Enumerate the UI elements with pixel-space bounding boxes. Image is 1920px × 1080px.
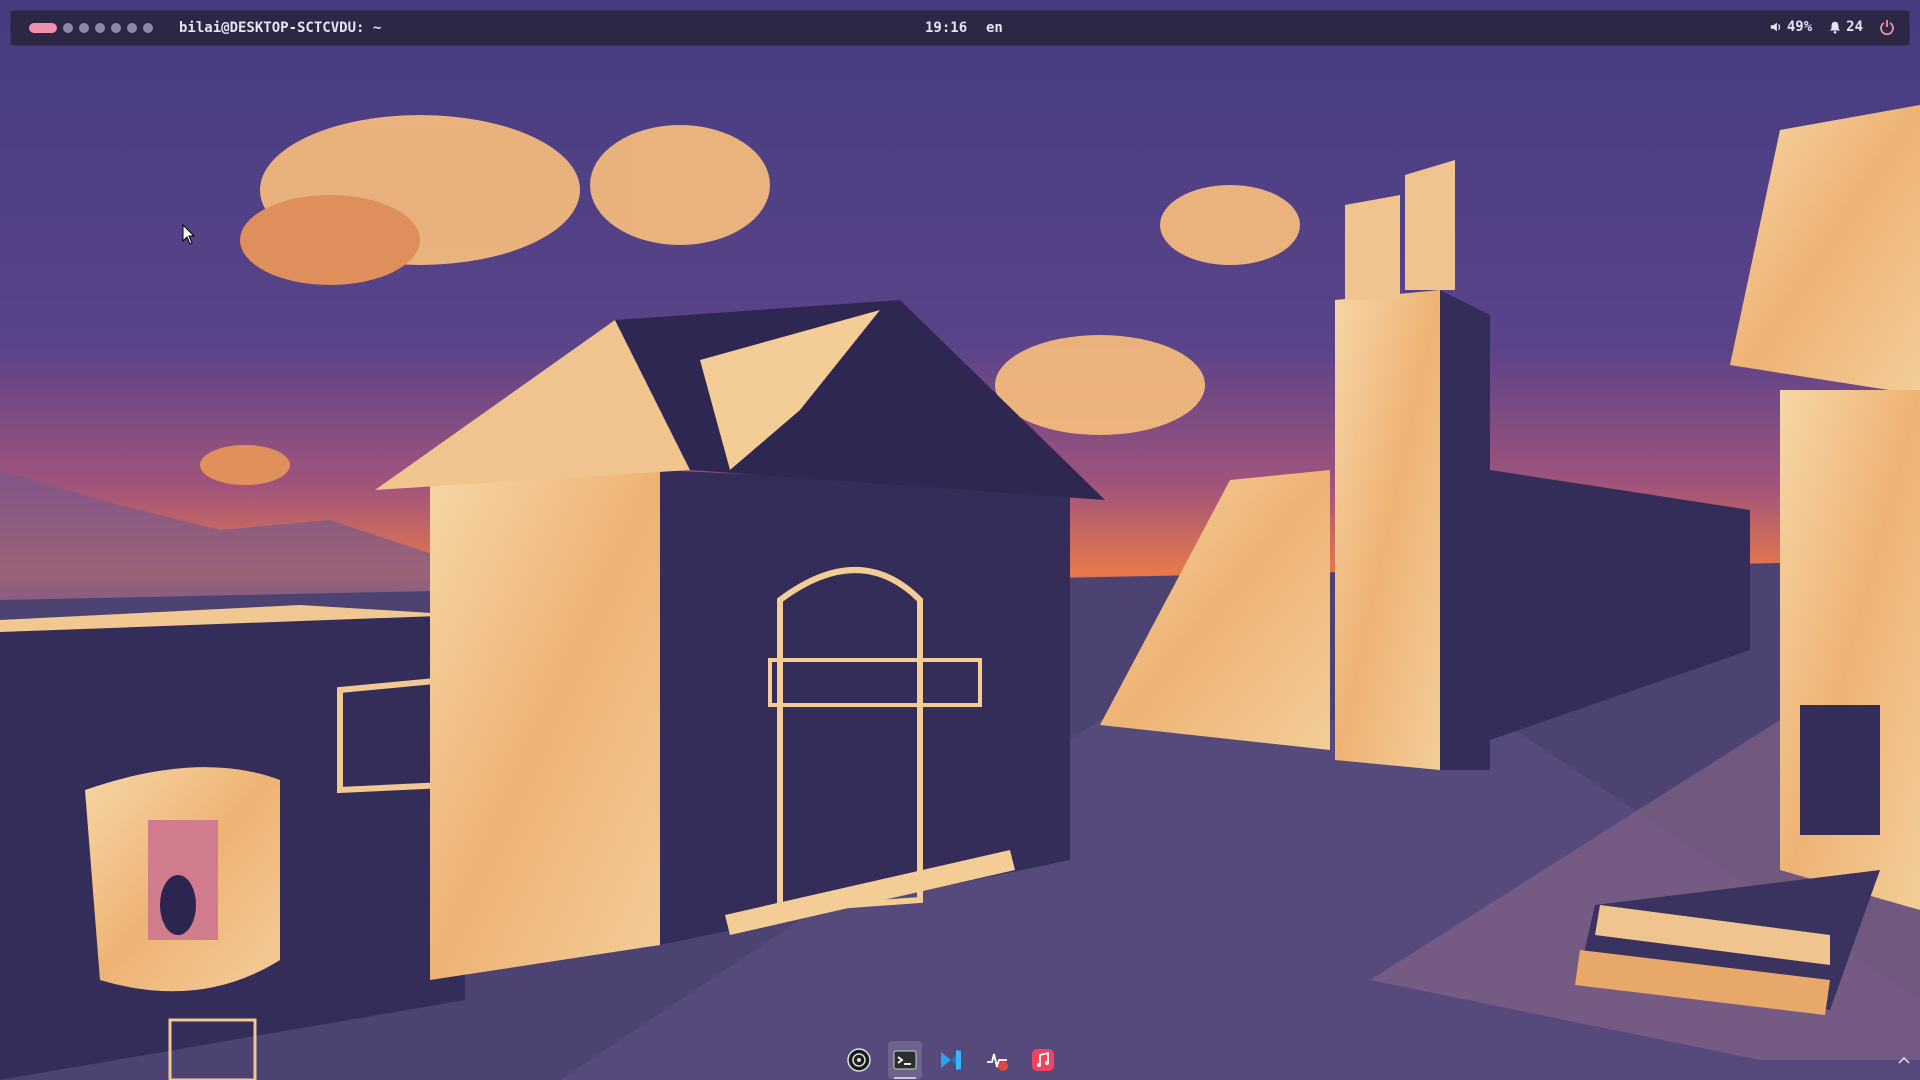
workspace-3[interactable] xyxy=(79,23,89,33)
top-panel: bilai@DESKTOP-SCTCVDU: ~ 19:16 en 49% 24 xyxy=(10,10,1910,46)
system-tray: 49% 24 xyxy=(1769,19,1895,35)
power-icon xyxy=(1880,20,1894,35)
dock-app-terminal[interactable] xyxy=(888,1041,922,1079)
volume-level: 49% xyxy=(1786,19,1813,35)
active-window-title: bilai@DESKTOP-SCTCVDU: ~ xyxy=(179,20,382,36)
music-icon xyxy=(1032,1049,1054,1071)
workspace-4[interactable] xyxy=(95,23,105,33)
obs-studio-icon xyxy=(847,1048,871,1072)
notification-count: 24 xyxy=(1846,19,1863,35)
dock xyxy=(842,1040,1060,1080)
speaker-icon xyxy=(1770,22,1780,32)
dock-app-vscode[interactable] xyxy=(934,1041,968,1079)
power-button[interactable] xyxy=(1879,19,1895,35)
dock-app-obs[interactable] xyxy=(842,1041,876,1079)
dock-app-system-monitor[interactable] xyxy=(980,1041,1014,1079)
terminal-icon xyxy=(893,1050,917,1070)
system-monitor-icon xyxy=(987,1053,1008,1071)
chevron-up-icon[interactable] xyxy=(1896,1052,1912,1068)
vscode-icon xyxy=(941,1050,961,1070)
mouse-cursor-icon xyxy=(182,224,196,245)
workspace-2[interactable] xyxy=(63,23,73,33)
keyboard-layout-indicator[interactable]: en xyxy=(986,20,1003,36)
dock-app-music[interactable] xyxy=(1026,1041,1060,1079)
desktop-wallpaper xyxy=(0,0,1920,1080)
bell-icon xyxy=(1829,21,1841,34)
volume-indicator[interactable]: 49% xyxy=(1769,19,1812,35)
workspace-1[interactable] xyxy=(29,23,57,33)
clock[interactable]: 19:16 xyxy=(925,20,967,36)
notifications-indicator[interactable]: 24 xyxy=(1828,19,1863,35)
workspace-5[interactable] xyxy=(111,23,121,33)
workspace-6[interactable] xyxy=(127,23,137,33)
workspace-7[interactable] xyxy=(143,23,153,33)
workspace-switcher xyxy=(29,23,153,33)
